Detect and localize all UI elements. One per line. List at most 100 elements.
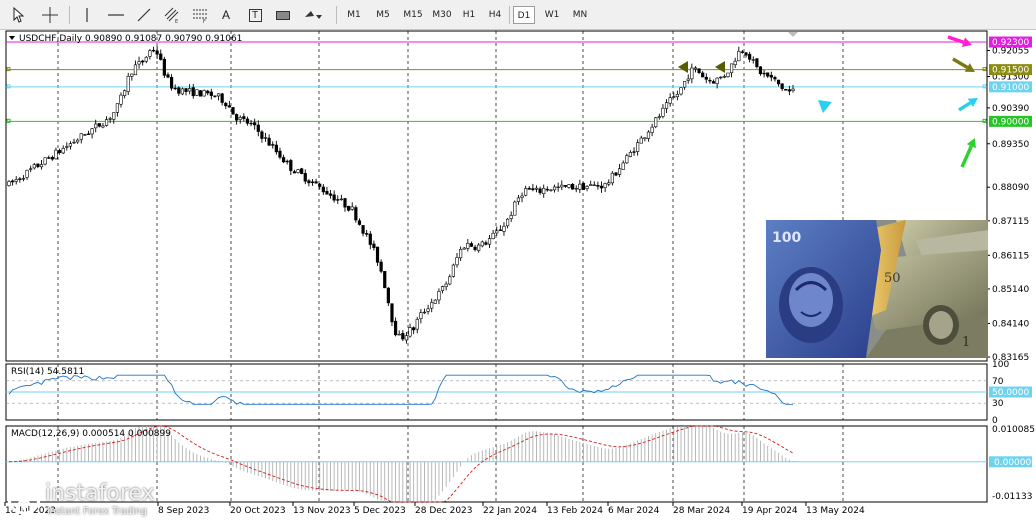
timeframe-d1[interactable]: D1 <box>513 6 535 24</box>
candle-bull <box>650 126 654 133</box>
timeframe-h4[interactable]: H4 <box>484 6 506 24</box>
candle-bull <box>617 168 622 175</box>
candle-bull <box>29 168 33 170</box>
candle-bull <box>130 73 134 77</box>
candle-bull <box>683 81 687 88</box>
candle-bull <box>459 249 463 259</box>
candle-bull <box>430 302 434 309</box>
date-axis-label: 5 Dec 2023 <box>354 506 406 516</box>
date-axis-label: 28 Mar 2024 <box>673 506 730 516</box>
svg-text:1: 1 <box>962 335 970 350</box>
candle-bear <box>766 72 770 77</box>
horizontal-line-icon[interactable] <box>105 4 127 26</box>
candle-bear <box>209 91 213 96</box>
price-axis-label: 0.90390 <box>992 104 1029 114</box>
price-level-label: 0.91000 <box>992 83 1029 93</box>
candle-bear <box>469 243 474 247</box>
macd-axis-label: -0.01133 <box>992 492 1032 502</box>
candle-bear <box>307 180 311 184</box>
text-icon[interactable]: A <box>216 4 236 26</box>
arrow-magenta-icon <box>947 35 965 44</box>
candle-bear <box>614 172 618 176</box>
price-pane-header: USDCHF,Daily 0.90890 0.91087 0.90790 0.9… <box>9 34 242 45</box>
candle-bull <box>625 155 629 164</box>
fibonacci-icon[interactable]: F <box>190 4 210 26</box>
candle-bear <box>245 118 250 124</box>
chart-window[interactable]: 0.92055 0.91300 0.90390 0.89350 0.88090 0.871… <box>3 30 1036 521</box>
candle-bear <box>292 171 297 174</box>
candle-bull <box>657 116 661 118</box>
candle-bull <box>636 142 640 152</box>
timeframe-m1[interactable]: M1 <box>343 6 365 24</box>
candle-bear <box>224 102 228 107</box>
candle-bull <box>21 178 26 180</box>
candle-bull <box>542 188 546 195</box>
svg-text:100: 100 <box>772 230 801 246</box>
candle-bear <box>531 188 535 191</box>
triangle-marker <box>678 61 688 73</box>
candle-bear <box>285 160 289 163</box>
toolbar-separator <box>509 6 510 24</box>
candle-bear <box>498 229 502 231</box>
candle-bear <box>325 190 329 195</box>
candle-bear <box>310 181 315 183</box>
text-label-icon[interactable]: T <box>245 4 265 26</box>
timeframe-m5[interactable]: M5 <box>371 6 395 24</box>
candle-bull <box>216 93 221 97</box>
timeframe-m15[interactable]: M15 <box>399 6 427 24</box>
candle-bull <box>668 97 672 104</box>
candle-bull <box>101 125 105 128</box>
candle-bull <box>560 184 564 188</box>
candle-bear <box>773 77 777 80</box>
candle-bull <box>437 291 441 301</box>
candle-bear <box>361 225 365 234</box>
timeframe-m30[interactable]: M30 <box>428 6 456 24</box>
candle-bear <box>47 157 51 159</box>
timeframe-h1[interactable]: H1 <box>458 6 480 24</box>
crosshair-icon[interactable] <box>38 4 62 26</box>
shapes-icon[interactable] <box>302 4 328 26</box>
arrow-green-icon <box>960 145 973 168</box>
pane-menu-icon[interactable] <box>9 36 15 40</box>
candle-bear <box>198 90 203 97</box>
date-axis-label: 13 Nov 2023 <box>293 506 351 516</box>
rectangle-icon[interactable] <box>273 4 293 26</box>
candle-bear <box>776 79 781 85</box>
candle-bull <box>422 311 427 314</box>
candle-bear <box>383 271 387 289</box>
candle-bear <box>220 93 224 103</box>
rsi-axis-label: 100 <box>992 360 1009 370</box>
instaforex-logo: instaforex Instant Forex Trading <box>7 477 187 521</box>
candle-bull <box>477 244 481 251</box>
candle-bear <box>538 188 542 194</box>
candle-bull <box>646 131 651 139</box>
vertical-line-icon[interactable] <box>78 4 96 26</box>
rsi-line <box>8 374 793 405</box>
rsi-pane-header: RSI(14) 54.5811 <box>11 367 85 377</box>
candle-bull <box>552 186 557 191</box>
channel-icon[interactable]: E <box>162 4 182 26</box>
candle-bear <box>527 187 531 190</box>
candle-bull <box>502 225 506 232</box>
timeframe-w1[interactable]: W1 <box>540 6 564 24</box>
candle-bull <box>675 94 679 98</box>
timeframe-mn[interactable]: MN <box>567 6 593 24</box>
candle-bear <box>267 137 271 146</box>
candle-bull <box>585 186 589 189</box>
cursor-arrow-icon[interactable] <box>7 4 29 26</box>
candle-bear <box>289 160 293 171</box>
candle-bear <box>300 168 304 174</box>
candle-bull <box>592 184 596 187</box>
candle-bear <box>242 116 246 120</box>
candle-bull <box>202 90 206 97</box>
candle-bull <box>350 206 354 210</box>
date-axis-label: 13 May 2024 <box>806 506 865 516</box>
trendline-icon[interactable] <box>134 4 154 26</box>
candle-bear <box>249 122 253 125</box>
candle-bear <box>57 150 62 153</box>
candle-bear <box>755 58 759 68</box>
candle-bear <box>332 194 336 201</box>
symbol-ohlc-text: USDCHF,Daily 0.90890 0.91087 0.90790 0.9… <box>19 34 243 44</box>
candle-bear <box>357 220 362 225</box>
candle-bull <box>578 183 582 190</box>
